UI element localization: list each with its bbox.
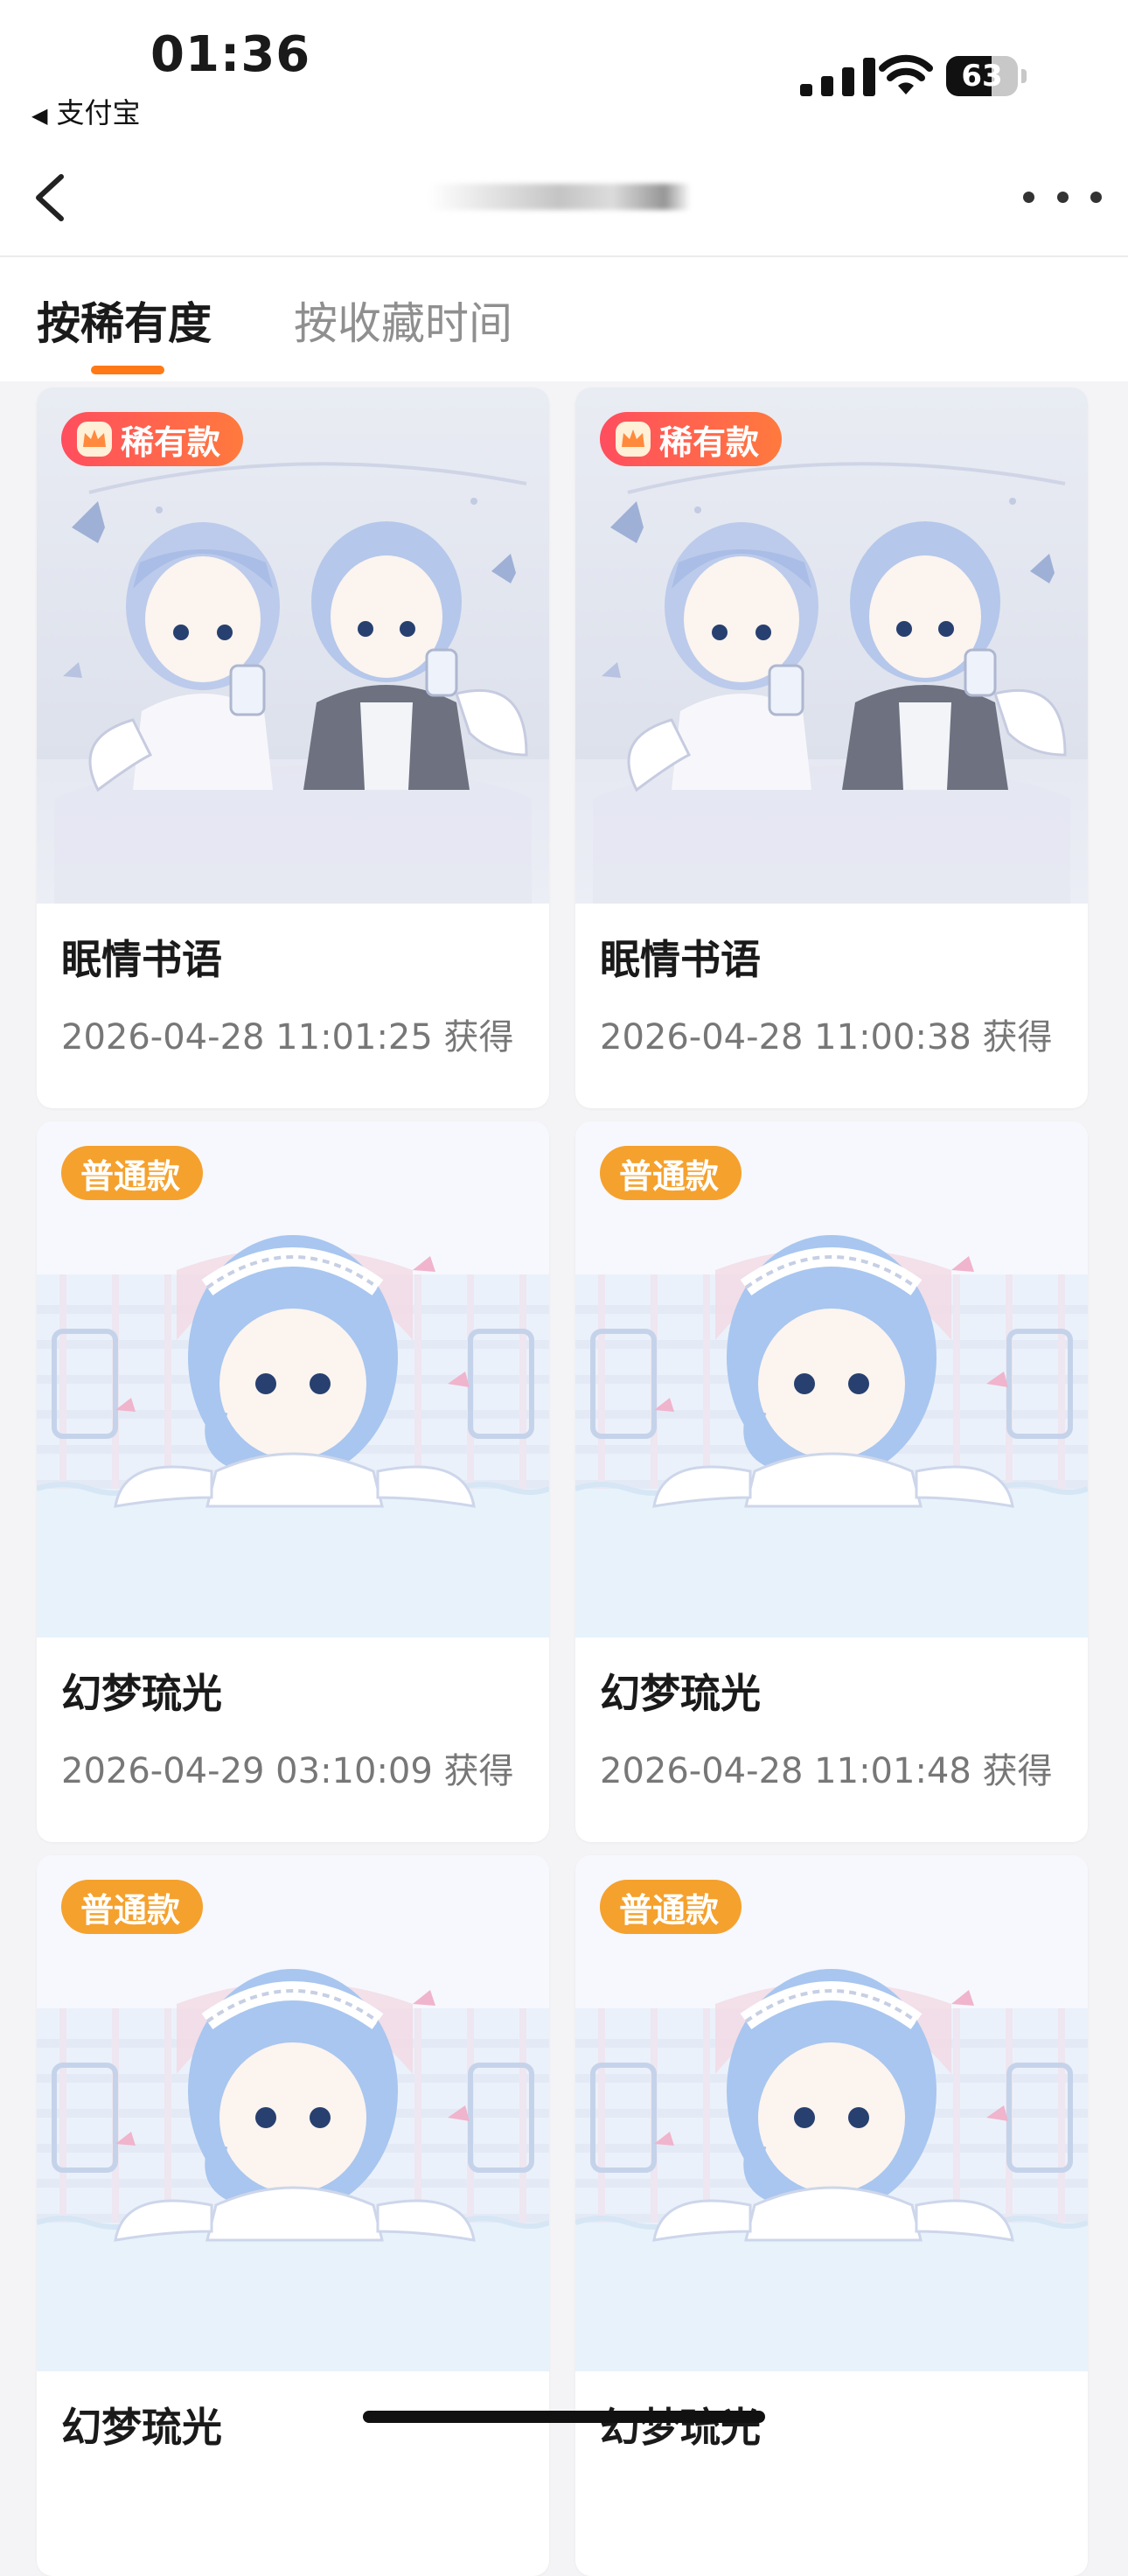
collection-card[interactable]: 稀有款眠情书语 2026-04-28 11:01:25 获得 (37, 387, 549, 1108)
back-to-app-link[interactable]: ◀ 支付宝 (31, 91, 140, 131)
collection-card[interactable]: 普通款幻梦琉光 (37, 1855, 549, 2576)
active-tab-underline (91, 366, 164, 374)
cellular-signal-icon (800, 58, 875, 96)
card-obtained-date: 2026-04-28 11:01:48 获得 (600, 1751, 1053, 1791)
card-title: 幻梦琉光 (600, 1670, 761, 1717)
card-title: 幻梦琉光 (600, 2404, 761, 2451)
rarity-badge-label: 普通款 (619, 1156, 720, 1196)
rarity-badge: 稀有款 (61, 412, 244, 466)
crown-icon (77, 422, 112, 457)
collection-card[interactable]: 普通款幻梦琉光 (575, 1855, 1088, 2576)
tab-sort-by-collect-time[interactable]: 按收藏时间 (294, 289, 512, 352)
status-bar: 01:36 ◀ 支付宝 63 (0, 0, 1128, 140)
card-title: 眠情书语 (61, 936, 222, 983)
tab-sort-by-rarity[interactable]: 按稀有度 (37, 289, 212, 352)
sort-tabs: 按稀有度 按收藏时间 (0, 257, 1128, 381)
collection-card[interactable]: 稀有款眠情书语 2026-04-28 11:00:38 获得 (575, 387, 1088, 1108)
crown-icon (616, 422, 651, 457)
rarity-badge: 普通款 (61, 1880, 204, 1934)
navigation-bar (0, 140, 1128, 257)
battery-indicator: 63 (946, 56, 1027, 96)
rarity-badge: 普通款 (600, 1146, 742, 1200)
collection-card[interactable]: 普通款幻梦琉光 2026-04-29 03:10:09 获得 (37, 1121, 549, 1842)
rarity-badge: 普通款 (600, 1880, 742, 1934)
card-obtained-date: 2026-04-28 11:01:25 获得 (61, 1017, 514, 1058)
clock: 01:36 (150, 26, 311, 83)
nav-title-blurred (428, 184, 691, 210)
back-app-label: 支付宝 (56, 96, 141, 129)
rarity-badge-label: 稀有款 (659, 422, 760, 462)
back-chevron-icon[interactable] (26, 171, 79, 224)
card-obtained-date: 2026-04-28 11:00:38 获得 (600, 1017, 1053, 1058)
card-obtained-date: 2026-04-29 03:10:09 获得 (61, 1751, 514, 1791)
rarity-badge-label: 普通款 (80, 1156, 181, 1196)
collection-card[interactable]: 普通款幻梦琉光 2026-04-28 11:01:48 获得 (575, 1121, 1088, 1842)
more-options-icon[interactable] (1023, 175, 1102, 219)
rarity-badge-label: 普通款 (80, 1890, 181, 1930)
battery-percent: 63 (961, 59, 1003, 94)
back-triangle-icon: ◀ (31, 103, 48, 128)
rarity-badge-label: 普通款 (619, 1890, 720, 1930)
battery-cap (1021, 69, 1027, 83)
card-title: 幻梦琉光 (61, 1670, 222, 1717)
card-title: 幻梦琉光 (61, 2404, 222, 2451)
home-indicator (363, 2411, 765, 2423)
rarity-badge: 稀有款 (600, 412, 783, 466)
rarity-badge-label: 稀有款 (121, 422, 221, 462)
wifi-icon (879, 54, 933, 94)
card-title: 眠情书语 (600, 936, 761, 983)
rarity-badge: 普通款 (61, 1146, 204, 1200)
